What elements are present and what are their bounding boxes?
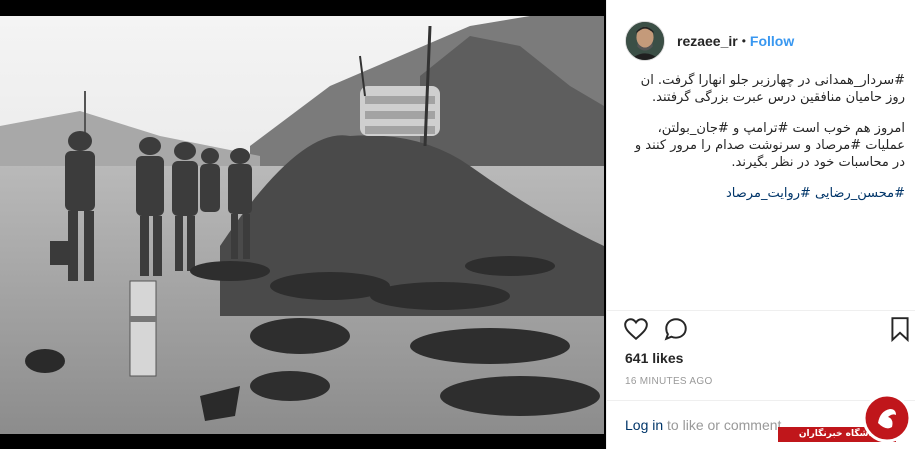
separator-dot: • xyxy=(741,34,746,48)
caption-hashtags[interactable]: #محسن_رضایی #روایت_مرصاد xyxy=(619,185,905,202)
photo-frame xyxy=(0,0,606,449)
comment-icon[interactable] xyxy=(663,316,689,342)
caption-paragraph-1: #سردار_همدانی در چهارزبر جلو انهارا گرفت… xyxy=(640,73,905,105)
watermark-logo-icon xyxy=(862,393,912,443)
bookmark-icon[interactable] xyxy=(887,316,913,342)
avatar-image xyxy=(626,22,664,60)
login-suffix: to like or comment. xyxy=(663,417,786,433)
avatar[interactable] xyxy=(625,21,665,61)
likes-count[interactable]: 641 likes xyxy=(625,350,683,366)
login-prompt: Log in to like or comment. xyxy=(625,417,785,433)
username-link[interactable]: rezaee_ir xyxy=(677,33,738,49)
post-timestamp[interactable]: 16 MINUTES AGO xyxy=(625,376,713,387)
caption-paragraph-2: امروز هم خوب است #ترامپ و #جان_بولتن، عم… xyxy=(634,121,905,170)
login-link[interactable]: Log in xyxy=(625,417,663,433)
actions-divider xyxy=(607,310,915,311)
watermark: باشگاه خبرنگاران xyxy=(778,391,915,449)
post-header: rezaee_ir • Follow xyxy=(607,17,915,65)
action-icons-row xyxy=(623,316,913,342)
post-photo[interactable] xyxy=(0,16,604,434)
heart-icon[interactable] xyxy=(623,316,649,342)
post-caption: #سردار_همدانی در چهارزبر جلو انهارا گرفت… xyxy=(619,72,909,312)
war-photo-image xyxy=(0,16,604,434)
follow-button[interactable]: Follow xyxy=(750,33,794,49)
post-side-panel: rezaee_ir • Follow #سردار_همدانی در چهار… xyxy=(606,0,915,449)
